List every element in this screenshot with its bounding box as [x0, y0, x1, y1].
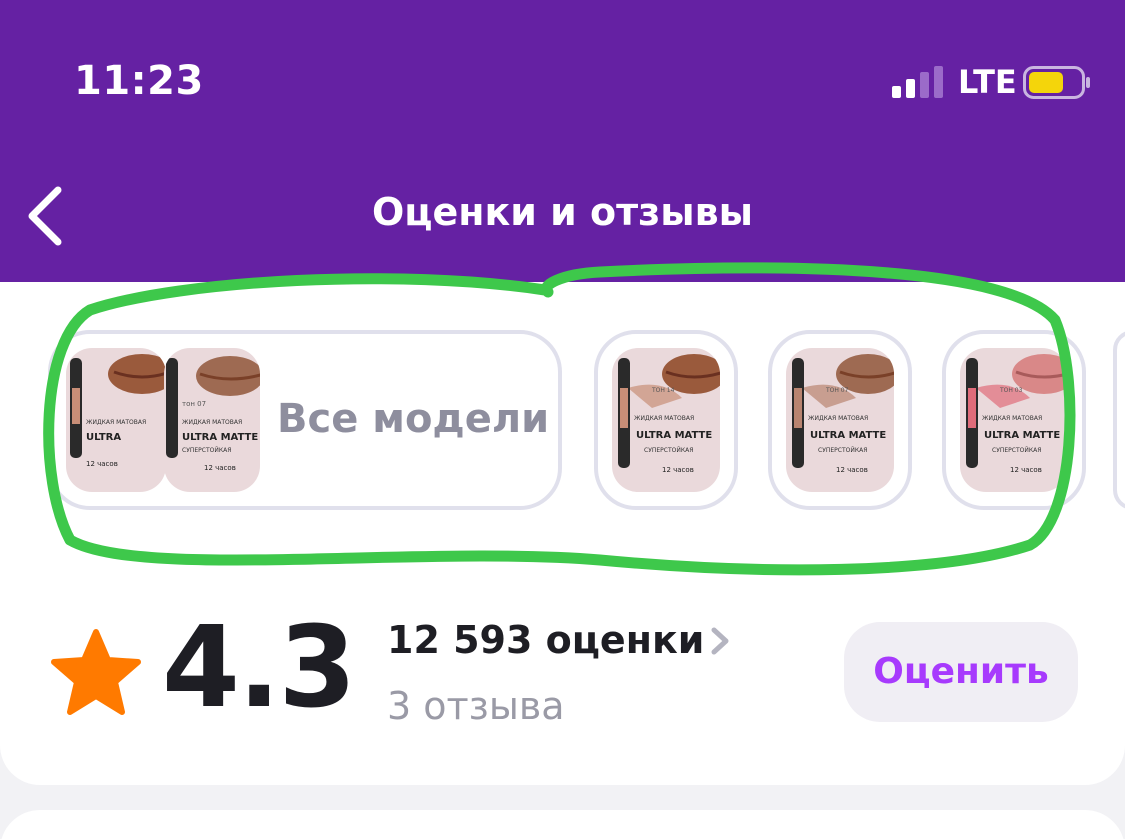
svg-text:12 часов: 12 часов	[86, 460, 118, 468]
model-chip[interactable]: ТОН 07 ЖИДКАЯ МАТОВАЯ ULTRA MATTE СУПЕРС…	[768, 330, 912, 510]
all-models-label: Все модели	[277, 396, 550, 442]
svg-text:СУПЕРСТОЙКАЯ: СУПЕРСТОЙКАЯ	[992, 447, 1041, 454]
status-time: 11:23	[74, 58, 204, 104]
svg-text:ULTRA MATTE: ULTRA MATTE	[810, 430, 886, 441]
svg-text:СУПЕРСТОЙКАЯ: СУПЕРСТОЙКАЯ	[818, 447, 867, 454]
model-chip[interactable]: ТОН 14 ЖИДКАЯ МАТОВАЯ ULTRA MATTE СУПЕРС…	[594, 330, 738, 510]
rate-button[interactable]: Оценить	[844, 622, 1078, 722]
svg-text:ТОН 07: ТОН 07	[825, 387, 849, 394]
network-label: LTE	[958, 63, 1017, 101]
ratings-count-link[interactable]: 12 593 оценки	[387, 618, 704, 662]
model-thumbnail: ТОН 14 ЖИДКАЯ МАТОВАЯ ULTRA MATTE СУПЕРС…	[612, 348, 720, 492]
signal-icon	[892, 66, 943, 98]
star-icon	[51, 629, 141, 715]
chevron-right-icon[interactable]	[708, 624, 732, 658]
model-thumbnail: тон 07 ЖИДКАЯ МАТОВАЯ ULTRA MATTE СУПЕРС…	[164, 348, 260, 492]
svg-text:ULTRA MATTE: ULTRA MATTE	[984, 430, 1060, 441]
svg-text:12 часов: 12 часов	[662, 466, 694, 474]
model-chip[interactable]	[1113, 330, 1125, 510]
model-thumbnail: ТОН 07 ЖИДКАЯ МАТОВАЯ ULTRA MATTE СУПЕРС…	[786, 348, 894, 492]
svg-text:ULTRA MATTE: ULTRA MATTE	[636, 430, 712, 441]
model-thumbnail: ЖИДКАЯ МАТОВАЯ ULTRA 12 часов	[66, 348, 166, 492]
svg-text:ULTRA MATTE: ULTRA MATTE	[182, 432, 258, 443]
model-chip[interactable]: ТОН 03 ЖИДКАЯ МАТОВАЯ ULTRA MATTE СУПЕРС…	[942, 330, 1086, 510]
svg-text:12 часов: 12 часов	[836, 466, 868, 474]
svg-text:тон 07: тон 07	[182, 400, 206, 408]
page-title: Оценки и отзывы	[372, 190, 753, 234]
next-card	[0, 810, 1125, 839]
reviews-count: 3 отзыва	[387, 684, 565, 728]
svg-text:ЖИДКАЯ МАТОВАЯ: ЖИДКАЯ МАТОВАЯ	[634, 415, 694, 422]
svg-text:СУПЕРСТОЙКАЯ: СУПЕРСТОЙКАЯ	[182, 447, 231, 454]
battery-icon	[1023, 66, 1090, 99]
svg-text:ЖИДКАЯ МАТОВАЯ: ЖИДКАЯ МАТОВАЯ	[808, 415, 868, 422]
svg-text:ЖИДКАЯ МАТОВАЯ: ЖИДКАЯ МАТОВАЯ	[182, 419, 242, 426]
svg-text:ТОН 03: ТОН 03	[999, 387, 1023, 394]
svg-text:ЖИДКАЯ МАТОВАЯ: ЖИДКАЯ МАТОВАЯ	[86, 419, 146, 426]
svg-text:СУПЕРСТОЙКАЯ: СУПЕРСТОЙКАЯ	[644, 447, 693, 454]
svg-text:ЖИДКАЯ МАТОВАЯ: ЖИДКАЯ МАТОВАЯ	[982, 415, 1042, 422]
svg-text:12 часов: 12 часов	[1010, 466, 1042, 474]
svg-text:12 часов: 12 часов	[204, 464, 236, 472]
app-header: 11:23 LTE Оценки и отзывы	[0, 0, 1125, 282]
all-models-chip[interactable]: ЖИДКАЯ МАТОВАЯ ULTRA 12 часов тон 07 ЖИД…	[48, 330, 562, 510]
model-thumbnail: ТОН 03 ЖИДКАЯ МАТОВАЯ ULTRA MATTE СУПЕРС…	[960, 348, 1068, 492]
rating-value: 4.3	[162, 603, 356, 733]
svg-text:ТОН 14: ТОН 14	[651, 387, 675, 394]
svg-text:ULTRA: ULTRA	[86, 432, 121, 443]
